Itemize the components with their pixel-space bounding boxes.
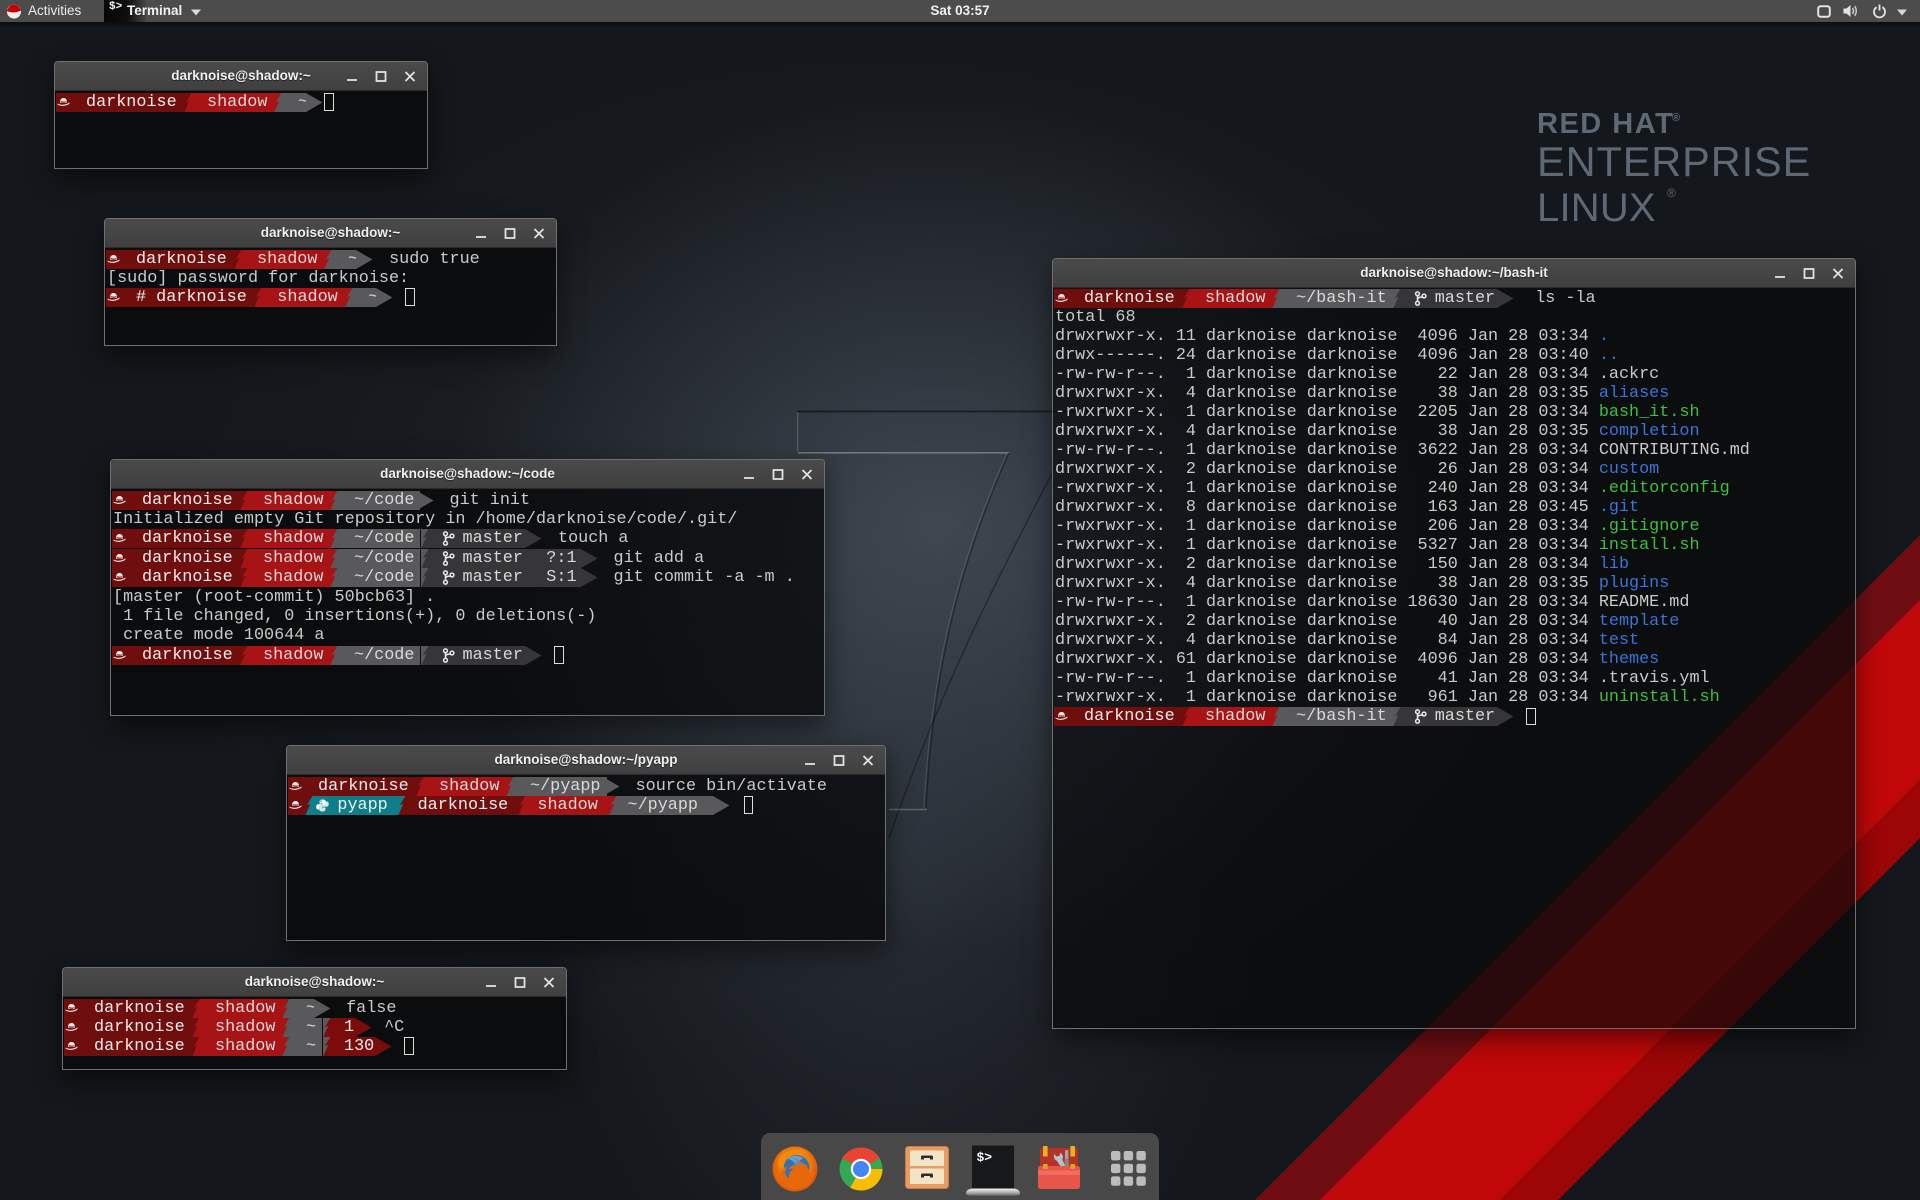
- svg-text:®: ®: [1672, 112, 1680, 124]
- svg-text:RED HAT: RED HAT: [1537, 108, 1674, 140]
- svg-text:®: ®: [1667, 186, 1676, 200]
- svg-text:ENTERPRISE: ENTERPRISE: [1537, 138, 1811, 185]
- svg-text:$>: $>: [977, 1150, 993, 1165]
- svg-text:LINUX: LINUX: [1537, 186, 1656, 230]
